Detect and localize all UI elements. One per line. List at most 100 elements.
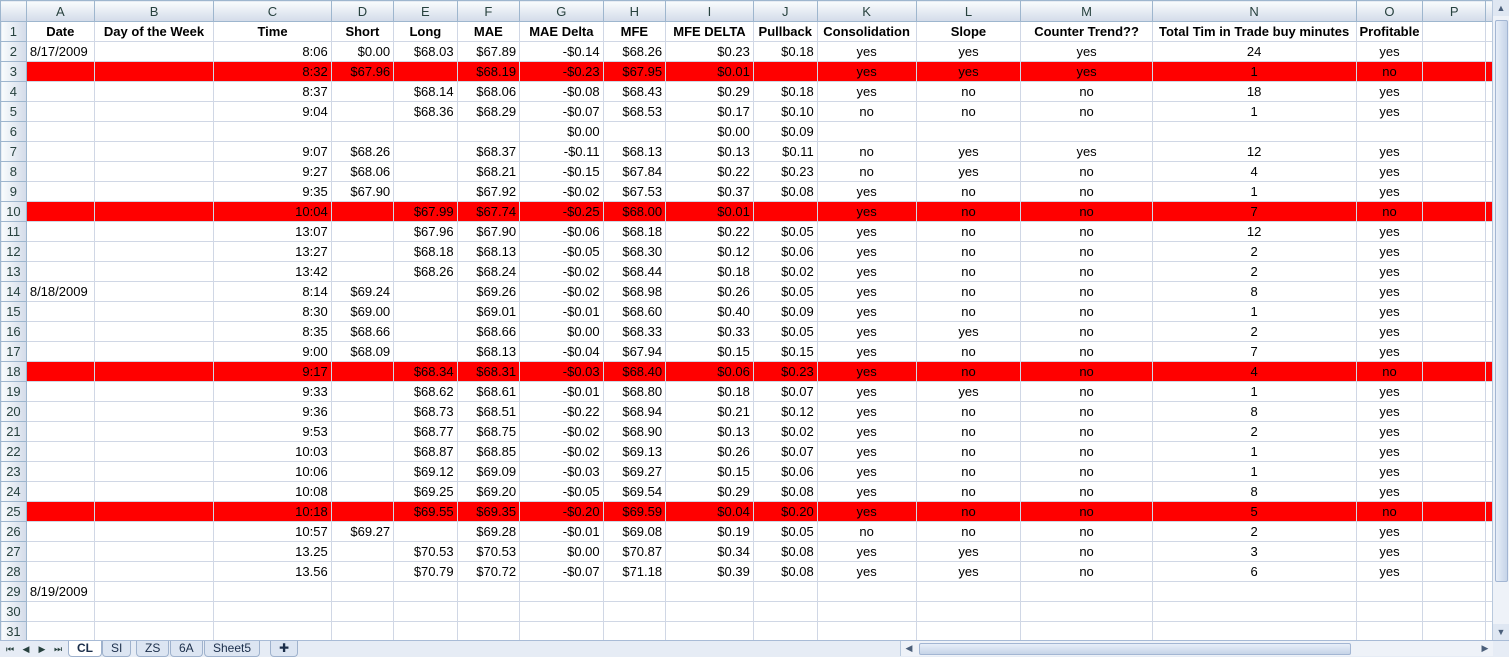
cell-c26[interactable]: 10:57 — [213, 521, 332, 542]
cell-j25[interactable]: $0.20 — [752, 501, 818, 522]
cell-d6[interactable] — [330, 121, 395, 142]
cell-k15[interactable]: yes — [816, 301, 917, 322]
cell-h4[interactable]: $68.43 — [602, 81, 667, 102]
cell-g9[interactable]: -$0.02 — [519, 181, 604, 202]
cell-o19[interactable]: yes — [1355, 381, 1424, 402]
cell-f7[interactable]: $68.37 — [456, 141, 521, 162]
cell-p31[interactable] — [1422, 621, 1486, 640]
row-header[interactable]: 25 — [0, 501, 27, 522]
cell-o25[interactable]: no — [1355, 501, 1424, 522]
cell-o15[interactable]: yes — [1355, 301, 1424, 322]
cell-o20[interactable]: yes — [1355, 401, 1424, 422]
cell-j29[interactable] — [752, 581, 818, 602]
cell-m21[interactable]: no — [1020, 421, 1153, 442]
cell-m10[interactable]: no — [1020, 201, 1153, 222]
cell-k11[interactable]: yes — [816, 221, 917, 242]
cell-j1[interactable]: Pullback — [752, 21, 818, 42]
cell-m5[interactable]: no — [1020, 101, 1153, 122]
cell-b12[interactable] — [93, 241, 215, 262]
cell-b17[interactable] — [93, 341, 215, 362]
cell-f8[interactable]: $68.21 — [456, 161, 521, 182]
column-header-o[interactable]: O — [1355, 0, 1424, 22]
row-header[interactable]: 28 — [0, 561, 27, 582]
cell-k19[interactable]: yes — [816, 381, 917, 402]
cell-c18[interactable]: 9:17 — [213, 361, 332, 382]
cell-n26[interactable]: 2 — [1151, 521, 1357, 542]
cell-e13[interactable]: $68.26 — [393, 261, 458, 282]
cell-l22[interactable]: no — [915, 441, 1022, 462]
cell-f11[interactable]: $67.90 — [456, 221, 521, 242]
tab-si[interactable]: SI — [102, 641, 132, 657]
cell-g20[interactable]: -$0.22 — [519, 401, 604, 422]
cell-h8[interactable]: $67.84 — [602, 161, 667, 182]
cell-e15[interactable] — [393, 301, 458, 322]
cell-c8[interactable]: 9:27 — [213, 161, 332, 182]
cell-n4[interactable]: 18 — [1151, 81, 1357, 102]
cell-f26[interactable]: $69.28 — [456, 521, 521, 542]
cell-e24[interactable]: $69.25 — [393, 481, 458, 502]
cell-g23[interactable]: -$0.03 — [519, 461, 604, 482]
cell-d30[interactable] — [330, 601, 395, 622]
cell-e17[interactable] — [393, 341, 458, 362]
cell-n2[interactable]: 24 — [1151, 41, 1357, 62]
cell-m12[interactable]: no — [1020, 241, 1153, 262]
cell-c23[interactable]: 10:06 — [213, 461, 332, 482]
cell-p17[interactable] — [1422, 341, 1486, 362]
cell-c21[interactable]: 9:53 — [213, 421, 332, 442]
cell-m24[interactable]: no — [1020, 481, 1153, 502]
cell-f18[interactable]: $68.31 — [456, 361, 521, 382]
cell-n21[interactable]: 2 — [1151, 421, 1357, 442]
scroll-left-icon[interactable]: ◀ — [901, 641, 917, 656]
cell-h27[interactable]: $70.87 — [602, 541, 667, 562]
cell-j10[interactable] — [752, 201, 818, 222]
cell-n23[interactable]: 1 — [1151, 461, 1357, 482]
cell-f19[interactable]: $68.61 — [456, 381, 521, 402]
cell-g21[interactable]: -$0.02 — [519, 421, 604, 442]
cell-l23[interactable]: no — [915, 461, 1022, 482]
row-header[interactable]: 29 — [0, 581, 27, 602]
cell-e19[interactable]: $68.62 — [393, 381, 458, 402]
column-header-l[interactable]: L — [915, 0, 1022, 22]
vertical-scroll-thumb[interactable] — [1495, 20, 1508, 582]
cell-k6[interactable] — [816, 121, 917, 142]
cell-c31[interactable] — [213, 621, 332, 640]
cell-i5[interactable]: $0.17 — [665, 101, 754, 122]
cell-c22[interactable]: 10:03 — [213, 441, 332, 462]
cell-f2[interactable]: $67.89 — [456, 41, 521, 62]
cell-m29[interactable] — [1020, 581, 1153, 602]
cell-a27[interactable] — [25, 541, 95, 562]
cell-f16[interactable]: $68.66 — [456, 321, 521, 342]
cell-o10[interactable]: no — [1355, 201, 1424, 222]
cell-j28[interactable]: $0.08 — [752, 561, 818, 582]
row-header[interactable]: 24 — [0, 481, 27, 502]
cell-k25[interactable]: yes — [816, 501, 917, 522]
cell-o13[interactable]: yes — [1355, 261, 1424, 282]
cell-g4[interactable]: -$0.08 — [519, 81, 604, 102]
cell-h3[interactable]: $67.95 — [602, 61, 667, 82]
cell-n25[interactable]: 5 — [1151, 501, 1357, 522]
row-header[interactable]: 15 — [0, 301, 27, 322]
cell-o22[interactable]: yes — [1355, 441, 1424, 462]
cell-g29[interactable] — [519, 581, 604, 602]
row-header[interactable]: 31 — [0, 621, 27, 640]
cell-o27[interactable]: yes — [1355, 541, 1424, 562]
cell-l12[interactable]: no — [915, 241, 1022, 262]
cell-h28[interactable]: $71.18 — [602, 561, 667, 582]
cell-g19[interactable]: -$0.01 — [519, 381, 604, 402]
cell-g8[interactable]: -$0.15 — [519, 161, 604, 182]
cell-i28[interactable]: $0.39 — [665, 561, 754, 582]
cell-n20[interactable]: 8 — [1151, 401, 1357, 422]
cell-n9[interactable]: 1 — [1151, 181, 1357, 202]
cell-h14[interactable]: $68.98 — [602, 281, 667, 302]
cell-a22[interactable] — [25, 441, 95, 462]
cell-f22[interactable]: $68.85 — [456, 441, 521, 462]
select-all-corner[interactable] — [0, 0, 27, 22]
cell-o11[interactable]: yes — [1355, 221, 1424, 242]
cell-l14[interactable]: no — [915, 281, 1022, 302]
cell-h1[interactable]: MFE — [602, 21, 667, 42]
cell-j31[interactable] — [752, 621, 818, 640]
cell-n13[interactable]: 2 — [1151, 261, 1357, 282]
cell-a18[interactable] — [25, 361, 95, 382]
cell-b1[interactable]: Day of the Week — [93, 21, 215, 42]
cell-h20[interactable]: $68.94 — [602, 401, 667, 422]
